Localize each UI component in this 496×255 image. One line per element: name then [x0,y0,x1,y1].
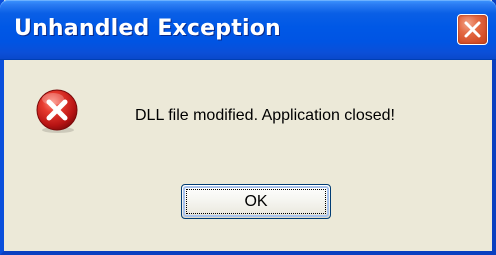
ok-button-label: OK [244,192,268,210]
error-dialog: Unhandled Exception DLL file modified. A… [0,0,496,255]
close-button[interactable] [457,14,488,45]
ok-button[interactable]: OK [181,184,331,219]
dialog-title: Unhandled Exception [14,16,281,41]
close-icon [464,21,481,38]
dialog-body: DLL file modified. Application closed! O… [4,60,492,251]
error-icon [36,89,78,133]
title-bar[interactable]: Unhandled Exception [0,0,496,60]
error-message: DLL file modified. Application closed! [135,107,395,124]
